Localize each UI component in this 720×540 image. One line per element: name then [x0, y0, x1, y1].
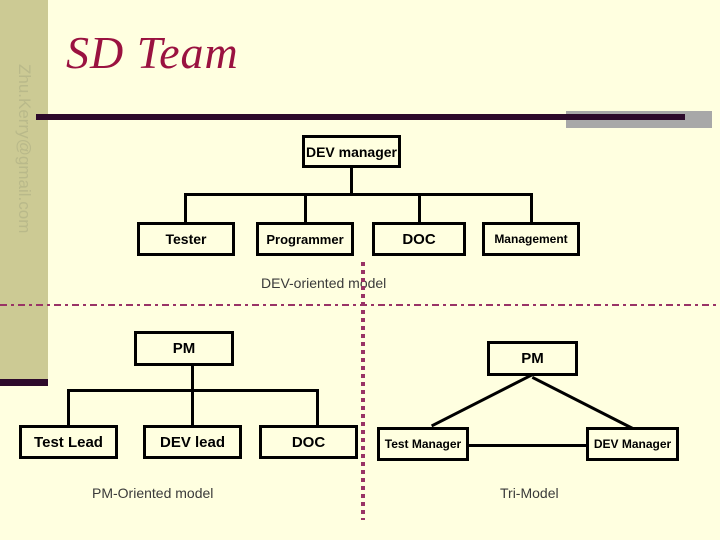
edge-tri-base: [469, 444, 587, 447]
edge-dev-drop-management: [530, 193, 533, 222]
node-pm-tri: PM: [487, 341, 578, 376]
node-management: Management: [482, 222, 580, 256]
edge-dev-drop-doc: [418, 193, 421, 222]
sidebar-accent-bar: [0, 379, 48, 386]
node-doc-pm: DOC: [259, 425, 358, 459]
node-programmer: Programmer: [256, 222, 354, 256]
edge-dev-drop-programmer: [304, 193, 307, 222]
edge-pm-drop-test-lead: [67, 389, 70, 425]
caption-tri-model: Tri-Model: [500, 485, 559, 501]
sidebar-band: [0, 0, 48, 379]
node-dev-manager: DEV manager: [302, 135, 401, 168]
node-dev-manager-tri: DEV Manager: [586, 427, 679, 461]
divider-vertical: [361, 262, 365, 520]
edge-dev-drop-tester: [184, 193, 187, 222]
slide-canvas: Zhu.Kerry@gmail.com SD Team DEV manager …: [0, 0, 720, 540]
page-title: SD Team: [66, 27, 239, 78]
edge-tri-pm-to-dev-manager: [531, 376, 634, 430]
caption-dev-model: DEV-oriented model: [261, 275, 387, 291]
node-doc-dev: DOC: [372, 222, 466, 256]
node-test-lead: Test Lead: [19, 425, 118, 459]
divider-horizontal: [0, 304, 720, 306]
edge-pm-drop-doc: [316, 389, 319, 425]
node-test-manager: Test Manager: [377, 427, 469, 461]
edge-pm-drop-dev-lead: [191, 389, 194, 425]
edge-dev-root-stem: [350, 168, 353, 195]
title-rule: [36, 114, 685, 120]
node-tester: Tester: [137, 222, 235, 256]
edge-tri-pm-to-test-manager: [430, 373, 533, 428]
node-pm-left: PM: [134, 331, 234, 366]
caption-pm-model: PM-Oriented model: [92, 485, 214, 501]
node-dev-lead: DEV lead: [143, 425, 242, 459]
edge-dev-bus: [184, 193, 533, 196]
